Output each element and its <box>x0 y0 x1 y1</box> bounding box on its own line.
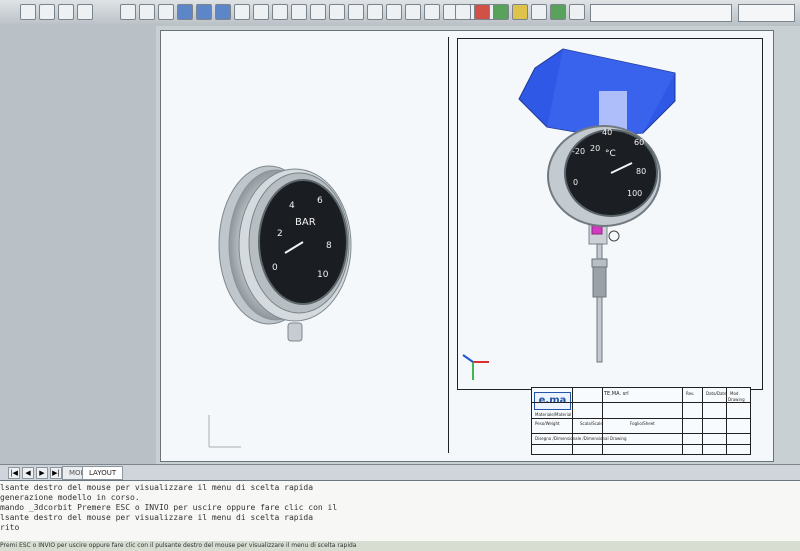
viewport-frame <box>457 38 763 390</box>
tab-prev-button[interactable]: ◀ <box>22 467 34 479</box>
title-block-line <box>602 388 603 454</box>
gauge-left-tick: 0 <box>272 263 278 273</box>
toolbar-button[interactable] <box>512 4 528 20</box>
tab-next-button[interactable]: ▶ <box>36 467 48 479</box>
rev-header: Rev. <box>686 391 695 396</box>
toolbar-button[interactable] <box>196 4 212 20</box>
toolbar-button[interactable] <box>215 4 231 20</box>
tab-last-button[interactable]: ▶| <box>50 467 62 479</box>
tab-first-button[interactable]: |◀ <box>8 467 20 479</box>
toolbar-button[interactable] <box>120 4 136 20</box>
title-block: e.ma TE.MA. srl Rev. Data/Date Mod. Draw… <box>531 387 751 455</box>
toolbar-button[interactable] <box>455 4 471 20</box>
toolbar-button[interactable] <box>367 4 383 20</box>
title-block-line <box>726 388 727 454</box>
property-dropdown[interactable] <box>590 4 732 22</box>
toolbar-button[interactable] <box>424 4 440 20</box>
toolbar-button[interactable] <box>474 4 490 20</box>
command-window[interactable]: lsante destro del mouse per visualizzare… <box>0 480 800 551</box>
toolbar-button[interactable] <box>348 4 364 20</box>
date-header: Data/Date <box>706 391 727 396</box>
title-block-line <box>532 418 750 419</box>
toolbar-button[interactable] <box>272 4 288 20</box>
toolbar-button[interactable] <box>569 4 585 20</box>
command-line: generazione modello in corso. <box>0 493 140 502</box>
sheet-label: Foglio/Sheet <box>630 421 655 426</box>
toolbar-button[interactable] <box>177 4 193 20</box>
material-label: Materiale/Material <box>535 412 572 417</box>
toolbar-button[interactable] <box>20 4 36 20</box>
toolbar-button[interactable] <box>291 4 307 20</box>
gauge-left-tick: 10 <box>317 270 329 280</box>
drawing-margin <box>0 26 156 464</box>
mod-header: Mod. <box>730 391 740 396</box>
toolbar-button[interactable] <box>158 4 174 20</box>
company-logo: e.ma <box>534 392 571 410</box>
gauge-left-tick: 4 <box>289 201 295 211</box>
gauge-left-tick: 6 <box>317 196 323 206</box>
company-name: TE.MA. srl <box>604 391 629 397</box>
drawing-sheet: BAR 0 2 4 6 8 10 °C -20 0 20 40 60 80 10… <box>160 30 774 462</box>
right-viewport[interactable]: °C -20 0 20 40 60 80 100 e.ma TE.MA. srl… <box>451 31 773 461</box>
command-line: lsante destro del mouse per visualizzare… <box>0 513 314 522</box>
command-line: lsante destro del mouse per visualizzare… <box>0 483 314 492</box>
toolbar-button[interactable] <box>77 4 93 20</box>
title-block-line <box>532 444 750 445</box>
toolbar-button[interactable] <box>58 4 74 20</box>
command-line: rito <box>0 523 20 532</box>
toolbar-button[interactable] <box>234 4 250 20</box>
command-line: mando _3dcorbit Premere ESC o INVIO per … <box>0 503 338 512</box>
gauge-left-tick: 8 <box>326 241 332 251</box>
toolbar-button[interactable] <box>386 4 402 20</box>
toolbar-button[interactable] <box>493 4 509 20</box>
scale-label: Scala/Scale <box>580 421 603 426</box>
toolbar-button[interactable] <box>405 4 421 20</box>
toolbar-button[interactable] <box>39 4 55 20</box>
layout-tabs: |◀ ◀ ▶ ▶| MODEL LAYOUT <box>0 464 800 481</box>
toolbar-button[interactable] <box>531 4 547 20</box>
pressure-gauge-view: BAR 0 2 4 6 8 10 <box>208 165 352 448</box>
toolbar <box>0 0 800 27</box>
toolbar-group-left <box>20 4 93 22</box>
ucs-icon-left <box>208 415 241 448</box>
title-block-line <box>682 388 683 454</box>
gauge-left-unit: BAR <box>295 217 316 228</box>
toolbar-button[interactable] <box>329 4 345 20</box>
drawing-title: Disegno /Dimensionale /Dimensional Drawi… <box>535 436 627 441</box>
toolbar-group-right <box>455 4 585 22</box>
toolbar-button[interactable] <box>550 4 566 20</box>
title-block-line <box>572 388 573 454</box>
gauge-left-tick: 2 <box>277 229 283 239</box>
tab-layout[interactable]: LAYOUT <box>82 466 124 480</box>
property-dropdown-2[interactable] <box>738 4 795 22</box>
title-block-line <box>532 402 750 403</box>
left-viewport[interactable]: BAR 0 2 4 6 8 10 <box>171 37 449 453</box>
title-block-line <box>702 388 703 454</box>
title-block-line <box>532 433 750 434</box>
weight-label: Peso/Weight <box>535 421 560 426</box>
toolbar-button[interactable] <box>139 4 155 20</box>
toolbar-button[interactable] <box>253 4 269 20</box>
toolbar-group-middle <box>120 4 497 22</box>
toolbar-button[interactable] <box>310 4 326 20</box>
